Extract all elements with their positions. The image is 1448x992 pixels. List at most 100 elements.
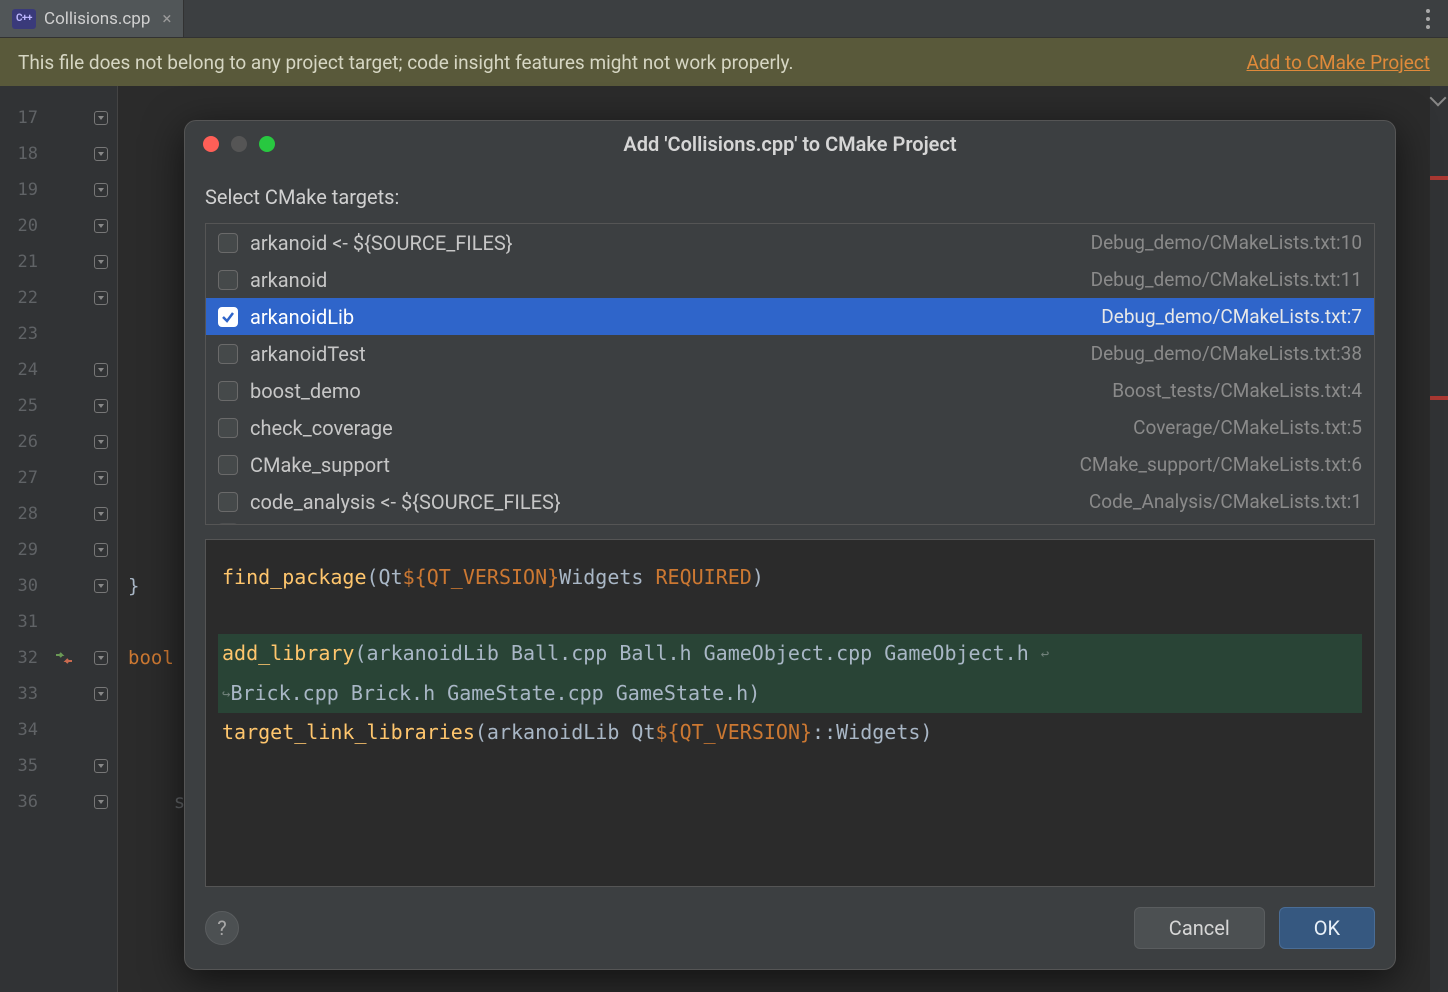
target-name: boost_demo (250, 379, 1100, 403)
zoom-window-icon[interactable] (259, 136, 275, 152)
vcs-gutter (44, 86, 84, 992)
cmake-target-row[interactable]: CMake_support CMake_support/CMakeLists.tx… (206, 446, 1374, 483)
target-checkbox[interactable] (218, 381, 238, 401)
line-number: 28 (0, 496, 38, 532)
cmake-target-row[interactable]: boost_demo Boost_tests/CMakeLists.txt:4 (206, 372, 1374, 409)
editor-tab[interactable]: C++ Collisions.cpp × (0, 0, 184, 37)
line-number: 32 (0, 640, 38, 676)
target-name: check_coverage (250, 416, 1121, 440)
target-checkbox[interactable] (218, 455, 238, 475)
target-checkbox[interactable] (218, 270, 238, 290)
target-checkbox[interactable] (218, 233, 238, 253)
cmake-target-row[interactable]: check_coverage Coverage/CMakeLists.txt:5 (206, 409, 1374, 446)
line-number: 34 (0, 712, 38, 748)
line-number: 31 (0, 604, 38, 640)
cmake-target-list[interactable]: arkanoid <- ${SOURCE_FILES} Debug_demo/CM… (205, 223, 1375, 525)
line-number: 21 (0, 244, 38, 280)
target-checkbox[interactable] (218, 418, 238, 438)
diff-arrows-icon[interactable] (44, 640, 84, 676)
line-number: 24 (0, 352, 38, 388)
fold-toggle-icon[interactable] (94, 471, 108, 485)
target-name: code_analysis (250, 521, 1066, 525)
target-checkbox[interactable] (218, 307, 238, 327)
fold-toggle-icon[interactable] (94, 507, 108, 521)
fold-toggle-icon[interactable] (94, 255, 108, 269)
fold-gutter (84, 86, 118, 992)
fold-toggle-icon[interactable] (94, 687, 108, 701)
line-number: 23 (0, 316, 38, 352)
target-name: code_analysis <- ${SOURCE_FILES} (250, 490, 1077, 514)
cmake-target-row[interactable]: arkanoid Debug_demo/CMakeLists.txt:11 (206, 261, 1374, 298)
line-number: 18 (0, 136, 38, 172)
line-number: 30 (0, 568, 38, 604)
window-controls (203, 136, 275, 152)
close-icon[interactable]: × (162, 9, 171, 29)
target-path: Debug_demo/CMakeLists.txt:7 (1101, 305, 1362, 328)
dialog-titlebar: Add 'Collisions.cpp' to CMake Project (185, 121, 1395, 167)
target-path: Code_Analysis/CMakeLists.txt:17 (1078, 522, 1362, 526)
error-stripe[interactable] (1430, 86, 1448, 992)
fold-toggle-icon[interactable] (94, 795, 108, 809)
target-path: Boost_tests/CMakeLists.txt:4 (1112, 379, 1362, 402)
target-checkbox[interactable] (218, 344, 238, 364)
target-name: arkanoid <- ${SOURCE_FILES} (250, 231, 1079, 255)
fold-toggle-icon[interactable] (94, 759, 108, 773)
tab-options-icon[interactable] (1408, 0, 1448, 37)
line-number: 27 (0, 460, 38, 496)
target-checkbox[interactable] (218, 492, 238, 512)
fold-toggle-icon[interactable] (94, 363, 108, 377)
help-button[interactable]: ? (205, 911, 239, 945)
fold-toggle-icon[interactable] (94, 291, 108, 305)
cmake-target-row[interactable]: code_analysis <- ${SOURCE_FILES} Code_Ana… (206, 483, 1374, 520)
error-marker[interactable] (1430, 176, 1448, 180)
target-path: Debug_demo/CMakeLists.txt:38 (1091, 342, 1362, 365)
cmake-target-row[interactable]: arkanoidTestDebug_demo/CMakeLists.txt:38 (206, 335, 1374, 372)
warning-banner: This file does not belong to any project… (0, 38, 1448, 86)
target-name: CMake_support (250, 453, 1068, 477)
line-number: 35 (0, 748, 38, 784)
line-number: 19 (0, 172, 38, 208)
cmake-target-row[interactable]: code_analysis Code_Analysis/CMakeLists.tx… (206, 520, 1374, 525)
editor-tab-bar: C++ Collisions.cpp × (0, 0, 1448, 38)
line-number: 20 (0, 208, 38, 244)
fold-toggle-icon[interactable] (94, 435, 108, 449)
line-number: 22 (0, 280, 38, 316)
cmake-target-row[interactable]: arkanoidLib Debug_demo/CMakeLists.txt:7 (206, 298, 1374, 335)
fold-toggle-icon[interactable] (94, 399, 108, 413)
ok-button[interactable]: OK (1279, 907, 1375, 949)
line-number: 17 (0, 100, 38, 136)
cancel-button[interactable]: Cancel (1134, 907, 1265, 949)
select-targets-label: Select CMake targets: (205, 185, 1375, 209)
close-window-icon[interactable] (203, 136, 219, 152)
target-checkbox[interactable] (218, 523, 238, 525)
fold-toggle-icon[interactable] (94, 651, 108, 665)
tab-filename: Collisions.cpp (44, 9, 150, 29)
line-number: 36 (0, 784, 38, 820)
target-path: Debug_demo/CMakeLists.txt:11 (1091, 268, 1362, 291)
line-number: 29 (0, 532, 38, 568)
target-path: Code_Analysis/CMakeLists.txt:1 (1089, 490, 1362, 513)
fold-toggle-icon[interactable] (94, 219, 108, 233)
target-path: Debug_demo/CMakeLists.txt:10 (1091, 231, 1362, 254)
add-to-cmake-link[interactable]: Add to CMake Project (1247, 51, 1431, 74)
target-path: CMake_support/CMakeLists.txt:6 (1080, 453, 1362, 476)
fold-toggle-icon[interactable] (94, 183, 108, 197)
target-path: Coverage/CMakeLists.txt:5 (1133, 416, 1362, 439)
target-name: arkanoidLib (250, 305, 1089, 329)
error-marker[interactable] (1430, 396, 1448, 400)
add-to-cmake-dialog: Add 'Collisions.cpp' to CMake Project Se… (184, 120, 1396, 970)
fold-toggle-icon[interactable] (94, 111, 108, 125)
line-number: 25 (0, 388, 38, 424)
fold-toggle-icon[interactable] (94, 579, 108, 593)
fold-toggle-icon[interactable] (94, 147, 108, 161)
cmake-target-row[interactable]: arkanoid <- ${SOURCE_FILES} Debug_demo/CM… (206, 224, 1374, 261)
line-number: 33 (0, 676, 38, 712)
fold-toggle-icon[interactable] (94, 543, 108, 557)
chevron-down-icon[interactable] (1430, 90, 1447, 107)
line-number: 26 (0, 424, 38, 460)
cpp-file-icon: C++ (12, 9, 36, 29)
target-name: arkanoid (250, 268, 1079, 292)
minimize-window-icon[interactable] (231, 136, 247, 152)
cmake-preview: find_package(Qt${QT_VERSION}Widgets REQU… (205, 539, 1375, 887)
line-number-gutter: 1718192021222324252627282930313233343536 (0, 86, 44, 992)
